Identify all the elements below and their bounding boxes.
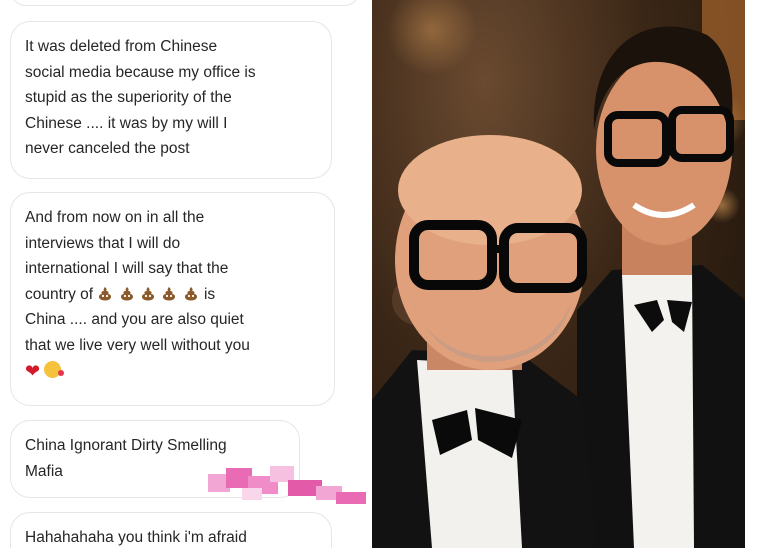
message-line: international I will say that the [25,260,229,277]
message-bubble-previous [10,0,360,6]
poop-emoji-row [97,286,204,303]
message-line: stupid as the superiority of the [25,89,232,106]
message-bubble: Hahahahaha you think i'm afraid [10,512,332,548]
photo [372,0,745,548]
kiss-face-icon [44,361,65,378]
message-line: And from now on in all the [25,209,205,226]
emoji-row: ❤ [25,358,320,385]
message-fragment: is [203,285,216,303]
message-line: It was deleted from Chinese [25,38,218,55]
heart-icon: ❤ [25,361,41,381]
message-line-with-emoji: country of is [25,282,320,308]
message-line: Chinese .... it was by my will I [25,114,228,132]
message-line: interviews that I will do [25,234,181,252]
message-line: never canceled the post [25,140,190,157]
message-line: China Ignorant Dirty Smelling [25,437,227,454]
redacted-username [208,466,368,506]
poop-icon [120,286,133,300]
message-line: China .... and you are also quiet [25,311,244,328]
poop-icon [184,286,197,300]
message-bubble: And from now on in all the interviews th… [10,192,335,406]
message-line: social media because my office is [25,63,256,81]
message-bubble: It was deleted from Chinese social media… [10,21,332,179]
message-fragment: country of [25,285,94,303]
poop-icon [163,286,176,300]
message-line: that we live very well without you [25,336,250,354]
chat-panel: It was deleted from Chinese social media… [0,0,372,548]
photo-illustration [372,0,745,548]
page-margin [745,0,773,548]
poop-icon [141,286,155,300]
message-line: Hahahahaha you think i'm afraid [25,529,247,546]
poop-icon [99,286,112,300]
